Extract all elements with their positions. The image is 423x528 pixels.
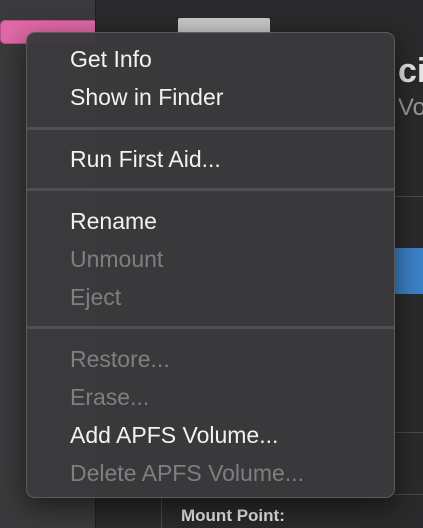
context-menu: Get Info Show in Finder Run First Aid...… xyxy=(26,32,395,498)
volume-subtitle: Vo xyxy=(398,94,423,121)
menu-item-show-in-finder[interactable]: Show in Finder xyxy=(27,78,394,116)
menu-separator xyxy=(27,326,394,329)
info-table-divider xyxy=(161,496,162,528)
mount-point-label: Mount Point: xyxy=(181,506,285,525)
menu-item-erase: Erase... xyxy=(70,384,150,410)
menu-item-add-apfs-volume[interactable]: Add APFS Volume... xyxy=(27,416,394,454)
content-divider xyxy=(395,494,423,495)
usage-bar xyxy=(395,248,423,294)
menu-item-unmount: Unmount xyxy=(70,246,164,272)
menu-item-eject: Eject xyxy=(70,284,122,310)
volume-title: ci xyxy=(398,52,423,90)
menu-separator xyxy=(27,188,394,191)
menu-item-run-first-aid[interactable]: Run First Aid... xyxy=(27,140,394,178)
disk-utility-screen: ci Vo Mount Point: Get Info Show in Find… xyxy=(0,0,423,528)
menu-item-rename[interactable]: Rename xyxy=(27,202,394,240)
menu-item-restore: Restore... xyxy=(70,346,170,372)
menu-item-delete-apfs-volume: Delete APFS Volume... xyxy=(70,460,304,486)
content-divider xyxy=(395,196,423,197)
menu-item-get-info[interactable]: Get Info xyxy=(27,40,394,78)
content-divider xyxy=(395,432,423,433)
menu-separator xyxy=(27,127,394,130)
